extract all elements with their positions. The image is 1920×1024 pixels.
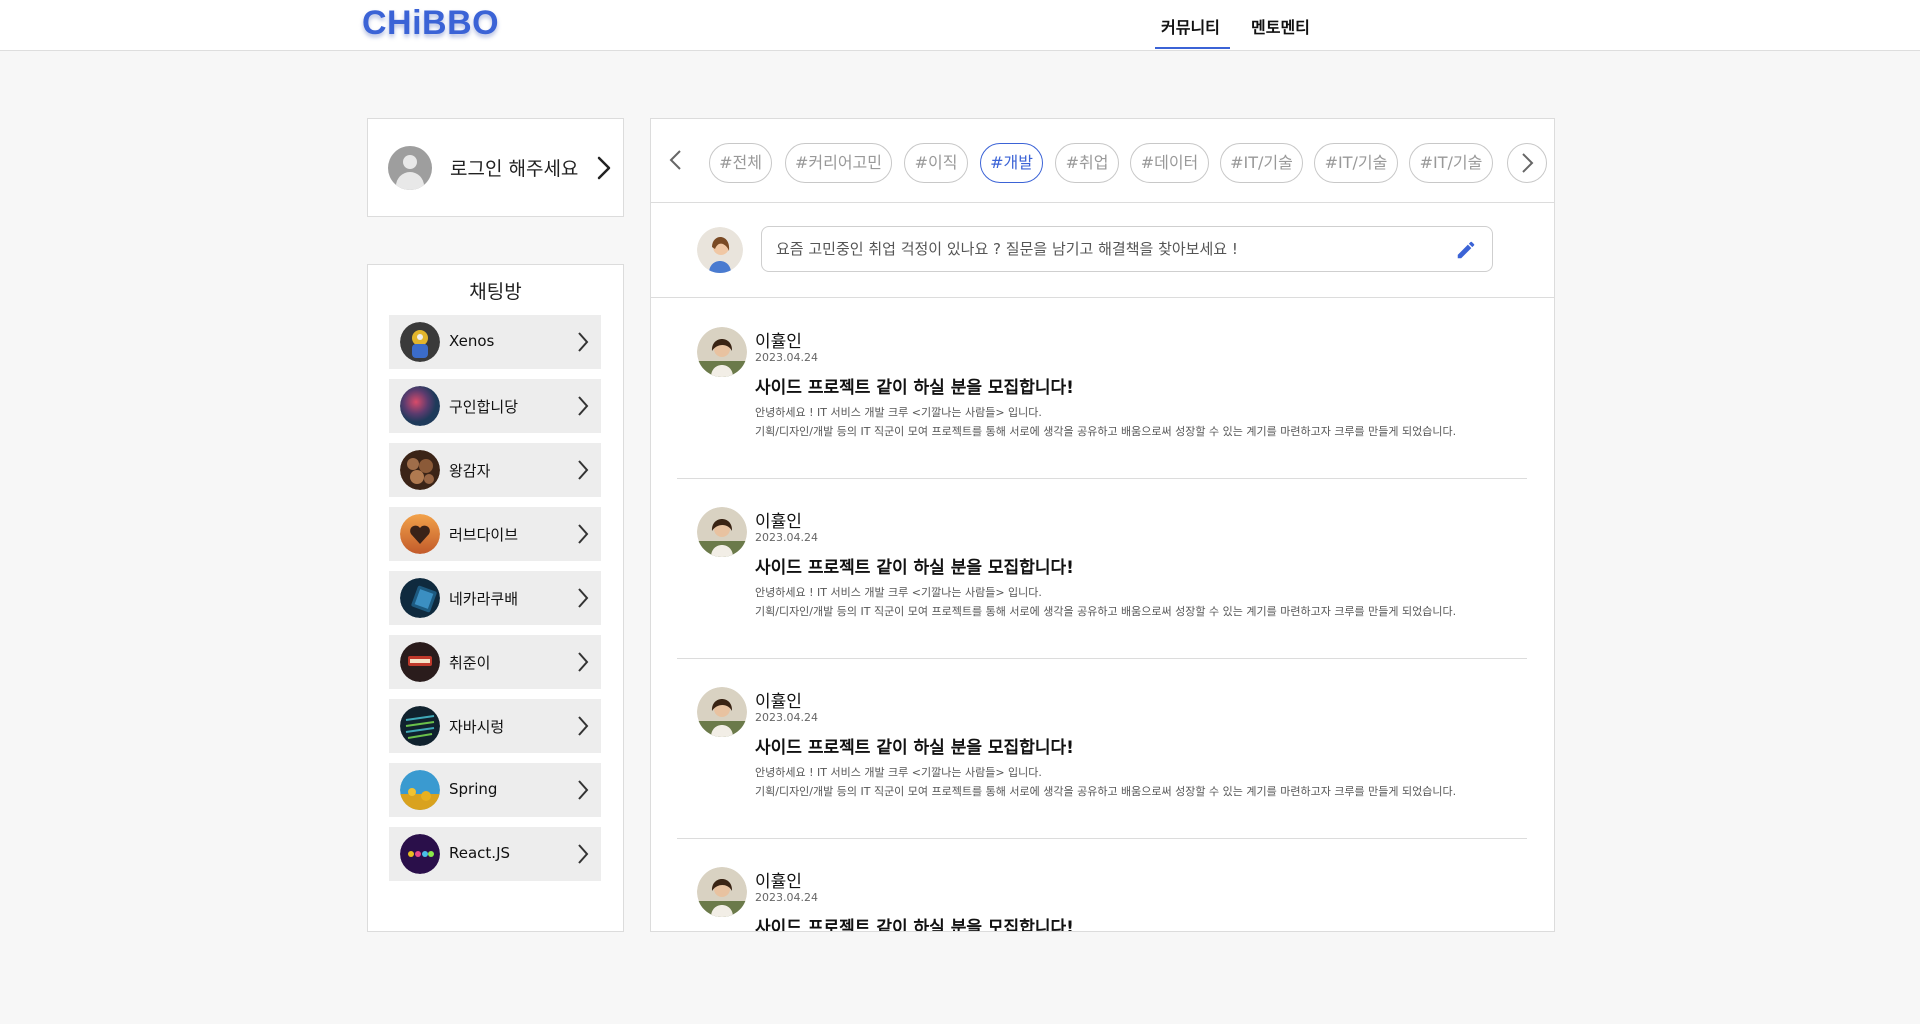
chat-room-name: 네카라쿠배 xyxy=(449,590,519,608)
chat-room-jobseeker[interactable]: 취준이 xyxy=(389,635,601,689)
question-text-field[interactable] xyxy=(776,227,1436,271)
chat-room-react[interactable]: React.JS xyxy=(389,827,601,881)
chat-panel-title: 채팅방 xyxy=(469,281,522,303)
chat-room-spring[interactable]: Spring xyxy=(389,763,601,817)
top-navigation-bar: CHiBBO 커뮤니티 멘토멘티 xyxy=(0,0,1920,51)
community-feed: #전체 #커리어고민 #이직 #개발 #취업 #데이터 #IT/기술 #IT/기… xyxy=(650,118,1555,932)
post-date: 2023.04.24 xyxy=(755,711,818,724)
tag-it-tech[interactable]: #IT/기술 xyxy=(1220,143,1303,183)
post-body: 기획/디자인/개발 등의 IT 직군이 모여 프로젝트를 통해 서로에 생각을 … xyxy=(755,605,1457,618)
chat-room-name: Spring xyxy=(449,780,498,798)
post-date: 2023.04.24 xyxy=(755,531,818,544)
post-body: 기획/디자인/개발 등의 IT 직군이 모여 프로젝트를 통해 서로에 생각을 … xyxy=(755,785,1457,798)
avatar xyxy=(697,227,743,273)
tag-filter-bar: #전체 #커리어고민 #이직 #개발 #취업 #데이터 #IT/기술 #IT/기… xyxy=(651,119,1554,203)
chevron-right-icon xyxy=(1522,153,1534,173)
chat-room-avatar xyxy=(400,386,440,426)
chevron-right-icon xyxy=(578,716,589,736)
chat-room-avatar xyxy=(400,642,440,682)
tag-employment[interactable]: #취업 xyxy=(1055,143,1119,183)
chat-room-potato[interactable]: 왕감자 xyxy=(389,443,601,497)
chat-room-name: 구인합니당 xyxy=(449,398,519,416)
post-card[interactable]: 이휼인 2023.04.24 사이드 프로젝트 같이 하실 분을 모집합니다! xyxy=(677,839,1527,931)
nav-active-indicator xyxy=(1155,47,1230,49)
tags-next-button[interactable] xyxy=(1507,143,1547,183)
chevron-left-icon[interactable] xyxy=(665,147,687,173)
chevron-right-icon xyxy=(578,780,589,800)
post-body: 안녕하세요 ! IT 서비스 개발 크루 <기깔나는 사람들> 입니다. xyxy=(755,766,1042,779)
post-body: 안녕하세요 ! IT 서비스 개발 크루 <기깔나는 사람들> 입니다. xyxy=(755,586,1042,599)
tag-job-change[interactable]: #이직 xyxy=(904,143,968,183)
chevron-right-icon xyxy=(578,844,589,864)
chevron-right-icon xyxy=(578,460,589,480)
chat-room-lovedive[interactable]: 러브다이브 xyxy=(389,507,601,561)
chevron-right-icon xyxy=(578,652,589,672)
tag-all[interactable]: #전체 xyxy=(709,143,772,183)
question-input[interactable] xyxy=(761,226,1493,272)
chat-room-avatar xyxy=(400,706,440,746)
chat-room-name: 취준이 xyxy=(449,654,491,672)
avatar xyxy=(697,867,747,917)
chat-room-avatar xyxy=(400,578,440,618)
chat-room-panel: 채팅방 Xenos 구인합니당 왕감자 러브다이브 네카라쿠배 취준이 자바시렁… xyxy=(367,264,624,932)
avatar xyxy=(697,327,747,377)
logo[interactable]: CHiBBO xyxy=(362,4,499,43)
post-title[interactable]: 사이드 프로젝트 같이 하실 분을 모집합니다! xyxy=(755,553,1074,578)
chevron-right-icon xyxy=(578,332,589,352)
chevron-right-icon[interactable] xyxy=(590,154,618,182)
post-author: 이휼인 xyxy=(755,692,802,712)
post-author: 이휼인 xyxy=(755,512,802,532)
chat-room-avatar xyxy=(400,450,440,490)
pencil-icon[interactable] xyxy=(1455,239,1477,261)
post-date: 2023.04.24 xyxy=(755,891,818,904)
chat-room-java[interactable]: 자바시렁 xyxy=(389,699,601,753)
chevron-right-icon xyxy=(578,524,589,544)
chat-room-avatar xyxy=(400,514,440,554)
user-placeholder-icon xyxy=(388,146,432,190)
tag-it-tech[interactable]: #IT/기술 xyxy=(1409,143,1493,183)
post-body: 기획/디자인/개발 등의 IT 직군이 모여 프로젝트를 통해 서로에 생각을 … xyxy=(755,425,1457,438)
post-card[interactable]: 이휼인 2023.04.24 사이드 프로젝트 같이 하실 분을 모집합니다! … xyxy=(677,299,1527,479)
chat-room-name: React.JS xyxy=(449,844,511,862)
nav-mentor-mentee[interactable]: 멘토멘티 xyxy=(1251,14,1310,38)
chat-room-avatar xyxy=(400,770,440,810)
post-author: 이휼인 xyxy=(755,872,802,892)
tag-data[interactable]: #데이터 xyxy=(1130,143,1209,183)
chevron-right-icon xyxy=(578,396,589,416)
chat-room-avatar xyxy=(400,834,440,874)
post-card[interactable]: 이휼인 2023.04.24 사이드 프로젝트 같이 하실 분을 모집합니다! … xyxy=(677,479,1527,659)
tag-it-tech[interactable]: #IT/기술 xyxy=(1314,143,1398,183)
post-date: 2023.04.24 xyxy=(755,351,818,364)
chat-room-xenos[interactable]: Xenos xyxy=(389,315,601,369)
nav-community[interactable]: 커뮤니티 xyxy=(1161,14,1220,38)
login-label: 로그인 해주세요 xyxy=(450,158,579,180)
post-title[interactable]: 사이드 프로젝트 같이 하실 분을 모집합니다! xyxy=(755,373,1074,398)
post-author: 이휼인 xyxy=(755,332,802,352)
login-prompt[interactable]: 로그인 해주세요 xyxy=(367,118,624,217)
post-title[interactable]: 사이드 프로젝트 같이 하실 분을 모집합니다! xyxy=(755,913,1074,931)
chat-room-name: 왕감자 xyxy=(449,462,491,480)
question-compose xyxy=(651,203,1554,298)
chat-room-nekarakubae[interactable]: 네카라쿠배 xyxy=(389,571,601,625)
avatar xyxy=(697,687,747,737)
chat-room-guin[interactable]: 구인합니당 xyxy=(389,379,601,433)
chevron-right-icon xyxy=(578,588,589,608)
chat-room-name: 자바시렁 xyxy=(449,718,505,736)
tag-development[interactable]: #개발 xyxy=(980,143,1043,183)
chat-room-name: Xenos xyxy=(449,332,495,350)
tag-career[interactable]: #커리어고민 xyxy=(785,143,892,183)
post-card[interactable]: 이휼인 2023.04.24 사이드 프로젝트 같이 하실 분을 모집합니다! … xyxy=(677,659,1527,839)
post-body: 안녕하세요 ! IT 서비스 개발 크루 <기깔나는 사람들> 입니다. xyxy=(755,406,1042,419)
avatar xyxy=(697,507,747,557)
post-title[interactable]: 사이드 프로젝트 같이 하실 분을 모집합니다! xyxy=(755,733,1074,758)
chat-room-avatar xyxy=(400,322,440,362)
chat-room-name: 러브다이브 xyxy=(449,526,519,544)
